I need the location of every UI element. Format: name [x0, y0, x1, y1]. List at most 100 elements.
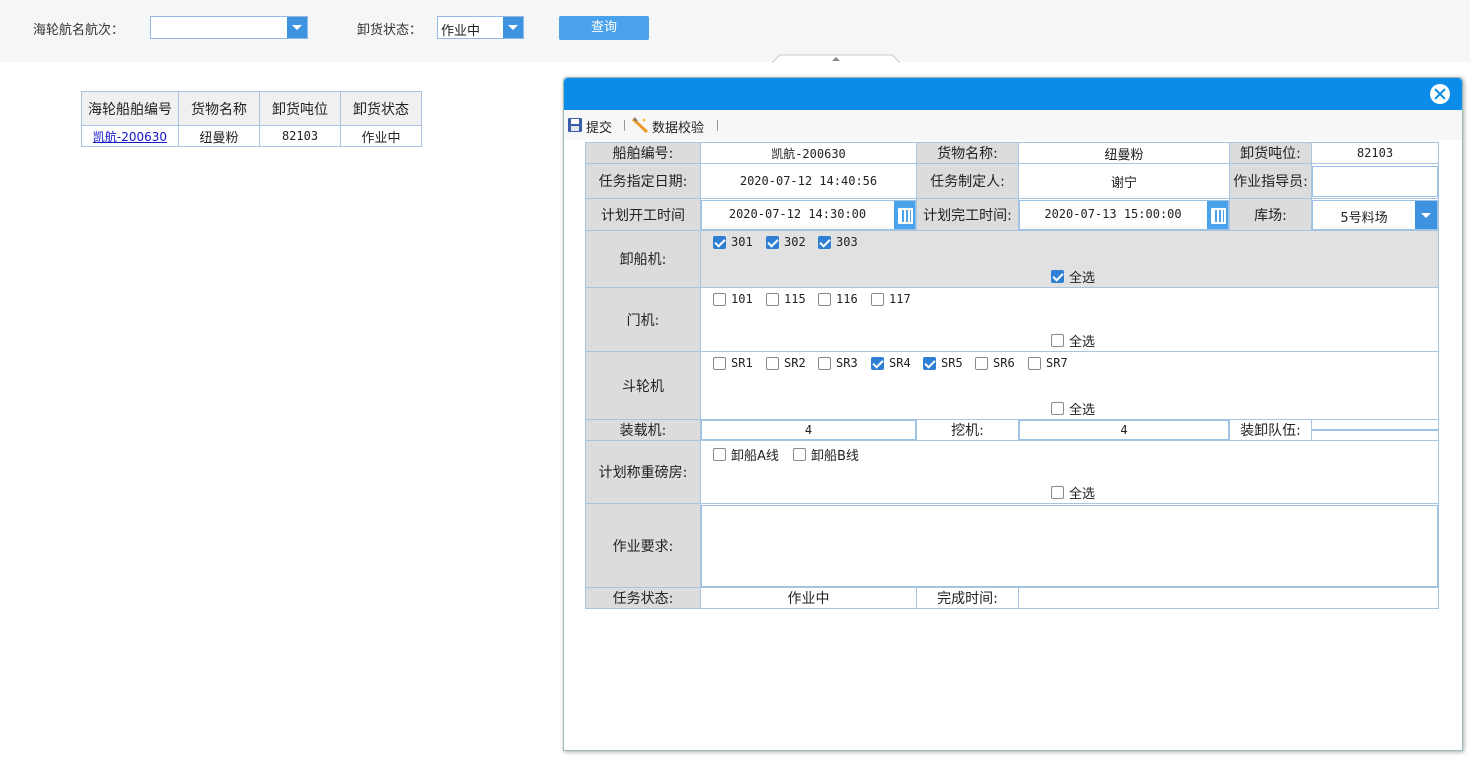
team-label: 装卸队伍:	[1229, 419, 1312, 441]
submit-button[interactable]: 提交	[586, 117, 612, 136]
checkbox-icon	[818, 356, 831, 370]
plan-start-datebox[interactable]: 2020-07-12 14:30:00	[701, 199, 916, 230]
weigh-select-all[interactable]: 全选	[1051, 483, 1095, 502]
checkbox-label: 301	[731, 235, 753, 249]
checkbox-checked-icon	[923, 356, 936, 370]
bucket-checkbox-sr4[interactable]: SR4	[871, 356, 911, 370]
query-bar: 海轮航名航次： 卸货状态： 作业中 查询	[0, 0, 1470, 62]
plan-end-datebox[interactable]: 2020-07-13 15:00:00	[1019, 199, 1229, 230]
unloader-checkbox-302[interactable]: 302	[766, 235, 806, 249]
status-dropdown-arrow-icon[interactable]	[503, 17, 523, 38]
plan-end-label: 计划完工时间:	[916, 198, 1019, 231]
portal-checkbox-117[interactable]: 117	[871, 292, 911, 306]
col-header-ship-no[interactable]: 海轮船舶编号	[81, 91, 179, 126]
checkbox-checked-icon	[1051, 270, 1064, 283]
assign-date-label: 任务指定日期:	[585, 163, 701, 199]
checkbox-icon	[871, 292, 884, 306]
assign-date-value: 2020-07-12 14:40:56	[700, 163, 917, 199]
done-time-label: 完成时间:	[916, 587, 1019, 609]
portal-label: 门机:	[585, 287, 701, 352]
status-value: 作业中	[441, 24, 481, 39]
excavator-label: 挖机:	[916, 419, 1019, 441]
checkbox-label: 302	[784, 235, 806, 249]
col-header-cargo[interactable]: 货物名称	[178, 91, 260, 126]
excavator-input[interactable]: 4	[1019, 420, 1229, 440]
yard-select[interactable]: 5号料场	[1312, 199, 1438, 230]
voyage-combobox[interactable]	[150, 16, 308, 39]
validate-icon	[631, 117, 649, 134]
ship-no-link[interactable]: 凯航-200630	[93, 130, 167, 144]
checkbox-icon	[713, 448, 726, 461]
weigh-checkbox-b[interactable]: 卸船B线	[793, 445, 859, 464]
guide-label: 作业指导员:	[1229, 163, 1312, 199]
bucket-checkbox-sr1[interactable]: SR1	[713, 356, 753, 370]
portal-checkbox-101[interactable]: 101	[713, 292, 753, 306]
checkbox-label: SR3	[836, 356, 858, 370]
task-status-value: 作业中	[700, 587, 917, 609]
portal-group: 101 115 116 117 全选	[700, 287, 1439, 352]
checkbox-label: SR2	[784, 356, 806, 370]
checkbox-label: 101	[731, 292, 753, 306]
checkbox-checked-icon	[713, 235, 726, 249]
checkbox-checked-icon	[871, 356, 884, 370]
unloader-group: 301 302 303 全选	[700, 230, 1439, 288]
checkbox-icon	[1028, 356, 1041, 370]
checkbox-icon	[713, 356, 726, 370]
checkbox-icon	[818, 292, 831, 306]
bucket-select-all[interactable]: 全选	[1051, 399, 1095, 418]
unloader-checkbox-301[interactable]: 301	[713, 235, 753, 249]
checkbox-icon	[766, 292, 779, 306]
checkbox-label: SR7	[1046, 356, 1068, 370]
status-combobox[interactable]: 作业中	[437, 16, 524, 39]
dialog-toolbar: 提交 数据校验	[564, 110, 1462, 140]
checkbox-label: SR4	[889, 356, 911, 370]
unloader-select-all[interactable]: 全选	[1051, 267, 1095, 286]
weigh-checkbox-a[interactable]: 卸船A线	[713, 445, 779, 464]
done-time-value	[1018, 587, 1439, 609]
dialog-header	[564, 78, 1462, 110]
yard-label: 库场:	[1229, 198, 1312, 231]
bucket-checkbox-sr3[interactable]: SR3	[818, 356, 858, 370]
portal-select-all[interactable]: 全选	[1051, 331, 1095, 350]
calendar-icon[interactable]	[894, 200, 915, 229]
checkbox-label: 全选	[1069, 487, 1096, 502]
task-status-label: 任务状态:	[585, 587, 701, 609]
voyage-dropdown-arrow-icon[interactable]	[287, 17, 307, 38]
bucket-checkbox-sr7[interactable]: SR7	[1028, 356, 1068, 370]
checkbox-label: 117	[889, 292, 911, 306]
checkbox-label: 303	[836, 235, 858, 249]
checkbox-icon	[713, 292, 726, 306]
table-row[interactable]: 凯航-200630 纽曼粉 82103 作业中	[81, 125, 422, 147]
search-button[interactable]: 查询	[559, 16, 649, 40]
close-icon[interactable]	[1430, 84, 1450, 104]
checkbox-label: 卸船B线	[811, 449, 859, 464]
voyage-label: 海轮航名航次：	[33, 23, 125, 38]
col-header-tonnage[interactable]: 卸货吨位	[259, 91, 341, 126]
status-label: 卸货状态：	[357, 23, 423, 38]
save-icon	[568, 118, 582, 132]
tonnage-cell: 82103	[259, 125, 341, 147]
chevron-down-icon[interactable]	[1415, 200, 1437, 229]
requirement-textarea[interactable]	[701, 504, 1438, 587]
col-header-status[interactable]: 卸货状态	[340, 91, 422, 126]
yard-value: 5号料场	[1340, 210, 1388, 226]
checkbox-label: 全选	[1069, 403, 1096, 418]
cargo-cell: 纽曼粉	[178, 125, 260, 147]
loader-input[interactable]: 4	[701, 420, 916, 440]
guide-input[interactable]	[1312, 165, 1438, 197]
portal-checkbox-116[interactable]: 116	[818, 292, 858, 306]
creator-value: 谢宁	[1018, 163, 1230, 199]
portal-checkbox-115[interactable]: 115	[766, 292, 806, 306]
checkbox-icon	[793, 448, 806, 461]
validate-button[interactable]: 数据校验	[652, 117, 704, 136]
calendar-icon[interactable]	[1207, 200, 1228, 229]
collapse-toggle[interactable]	[772, 54, 900, 63]
bucket-checkbox-sr5[interactable]: SR5	[923, 356, 963, 370]
bucket-checkbox-sr6[interactable]: SR6	[975, 356, 1015, 370]
cargo-label: 货物名称:	[916, 142, 1019, 164]
bucket-checkbox-sr2[interactable]: SR2	[766, 356, 806, 370]
checkbox-checked-icon	[766, 235, 779, 249]
unloader-checkbox-303[interactable]: 303	[818, 235, 858, 249]
team-input[interactable]	[1312, 429, 1438, 431]
checkbox-icon	[1051, 486, 1064, 499]
